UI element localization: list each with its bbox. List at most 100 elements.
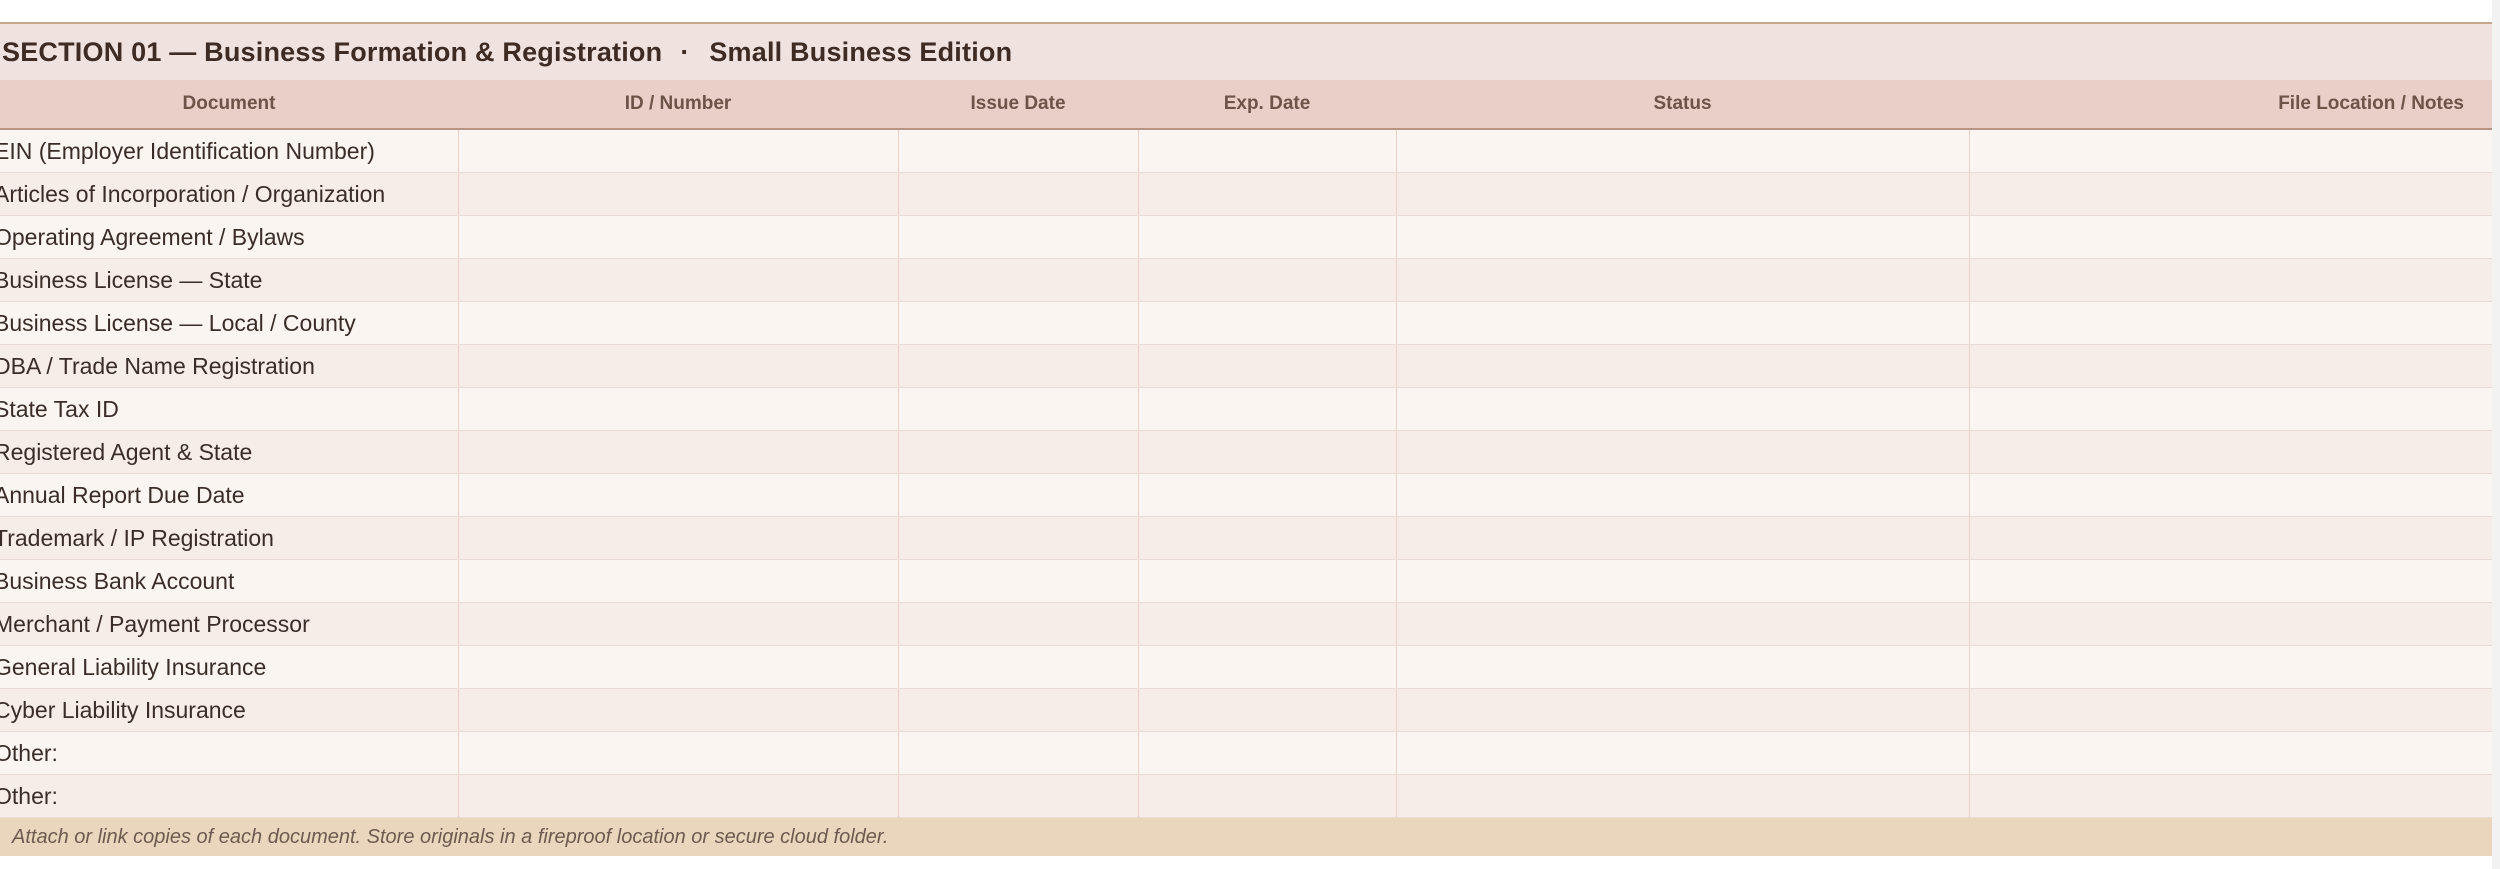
- cell-exp-date[interactable]: [1138, 258, 1397, 302]
- cell-document[interactable]: Other:: [0, 731, 459, 775]
- cell-notes[interactable]: [1969, 387, 2492, 431]
- cell-document[interactable]: Business Bank Account: [0, 559, 459, 603]
- cell-notes[interactable]: [1969, 731, 2492, 775]
- cell-notes[interactable]: [1969, 215, 2492, 259]
- cell-id-number[interactable]: [458, 473, 899, 517]
- cell-issue-date[interactable]: [898, 215, 1139, 259]
- cell-id-number[interactable]: [458, 602, 899, 646]
- cell-notes[interactable]: [1969, 258, 2492, 302]
- cell-notes[interactable]: [1969, 688, 2492, 732]
- cell-status[interactable]: [1396, 387, 1970, 431]
- cell-document[interactable]: Other:: [0, 774, 459, 818]
- cell-issue-date[interactable]: [898, 516, 1139, 560]
- cell-exp-date[interactable]: [1138, 172, 1397, 216]
- cell-id-number[interactable]: [458, 215, 899, 259]
- cell-id-number[interactable]: [458, 645, 899, 689]
- cell-id-number[interactable]: [458, 731, 899, 775]
- cell-issue-date[interactable]: [898, 258, 1139, 302]
- cell-notes[interactable]: [1969, 473, 2492, 517]
- cell-document[interactable]: Business License — Local / County: [0, 301, 459, 345]
- cell-status[interactable]: [1396, 430, 1970, 474]
- cell-status[interactable]: [1396, 258, 1970, 302]
- cell-document[interactable]: Cyber Liability Insurance: [0, 688, 459, 732]
- column-header-issue-date[interactable]: Issue Date: [898, 80, 1138, 130]
- cell-status[interactable]: [1396, 129, 1970, 173]
- column-header-id-number[interactable]: ID / Number: [458, 80, 898, 130]
- cell-status[interactable]: [1396, 559, 1970, 603]
- cell-notes[interactable]: [1969, 301, 2492, 345]
- cell-document[interactable]: State Tax ID: [0, 387, 459, 431]
- cell-document[interactable]: General Liability Insurance: [0, 645, 459, 689]
- cell-exp-date[interactable]: [1138, 602, 1397, 646]
- cell-document[interactable]: Business License — State: [0, 258, 459, 302]
- cell-exp-date[interactable]: [1138, 430, 1397, 474]
- cell-issue-date[interactable]: [898, 774, 1139, 818]
- cell-issue-date[interactable]: [898, 645, 1139, 689]
- cell-id-number[interactable]: [458, 688, 899, 732]
- cell-id-number[interactable]: [458, 344, 899, 388]
- cell-document[interactable]: Merchant / Payment Processor: [0, 602, 459, 646]
- cell-notes[interactable]: [1969, 129, 2492, 173]
- cell-status[interactable]: [1396, 473, 1970, 517]
- cell-exp-date[interactable]: [1138, 215, 1397, 259]
- cell-id-number[interactable]: [458, 301, 899, 345]
- cell-id-number[interactable]: [458, 387, 899, 431]
- cell-issue-date[interactable]: [898, 301, 1139, 345]
- cell-issue-date[interactable]: [898, 430, 1139, 474]
- cell-issue-date[interactable]: [898, 559, 1139, 603]
- cell-document[interactable]: Operating Agreement / Bylaws: [0, 215, 459, 259]
- cell-document[interactable]: Trademark / IP Registration: [0, 516, 459, 560]
- cell-notes[interactable]: [1969, 516, 2492, 560]
- cell-exp-date[interactable]: [1138, 645, 1397, 689]
- cell-document[interactable]: DBA / Trade Name Registration: [0, 344, 459, 388]
- cell-exp-date[interactable]: [1138, 344, 1397, 388]
- cell-exp-date[interactable]: [1138, 559, 1397, 603]
- cell-status[interactable]: [1396, 688, 1970, 732]
- cell-document[interactable]: Articles of Incorporation / Organization: [0, 172, 459, 216]
- cell-issue-date[interactable]: [898, 473, 1139, 517]
- vertical-scrollbar[interactable]: [2492, 0, 2500, 869]
- cell-notes[interactable]: [1969, 430, 2492, 474]
- cell-exp-date[interactable]: [1138, 688, 1397, 732]
- cell-exp-date[interactable]: [1138, 731, 1397, 775]
- cell-status[interactable]: [1396, 774, 1970, 818]
- cell-status[interactable]: [1396, 215, 1970, 259]
- cell-status[interactable]: [1396, 516, 1970, 560]
- cell-notes[interactable]: [1969, 344, 2492, 388]
- column-header-file-location[interactable]: File Location / Notes: [1969, 80, 2492, 130]
- cell-id-number[interactable]: [458, 430, 899, 474]
- cell-notes[interactable]: [1969, 559, 2492, 603]
- cell-issue-date[interactable]: [898, 731, 1139, 775]
- cell-exp-date[interactable]: [1138, 129, 1397, 173]
- column-header-document[interactable]: Document: [0, 80, 458, 130]
- cell-id-number[interactable]: [458, 559, 899, 603]
- cell-issue-date[interactable]: [898, 172, 1139, 216]
- column-header-status[interactable]: Status: [1396, 80, 1969, 130]
- cell-status[interactable]: [1396, 731, 1970, 775]
- cell-notes[interactable]: [1969, 172, 2492, 216]
- cell-id-number[interactable]: [458, 172, 899, 216]
- cell-status[interactable]: [1396, 602, 1970, 646]
- cell-issue-date[interactable]: [898, 387, 1139, 431]
- cell-notes[interactable]: [1969, 645, 2492, 689]
- cell-id-number[interactable]: [458, 516, 899, 560]
- cell-exp-date[interactable]: [1138, 387, 1397, 431]
- column-header-exp-date[interactable]: Exp. Date: [1138, 80, 1396, 130]
- cell-id-number[interactable]: [458, 774, 899, 818]
- cell-exp-date[interactable]: [1138, 516, 1397, 560]
- cell-document[interactable]: EIN (Employer Identification Number): [0, 129, 459, 173]
- cell-issue-date[interactable]: [898, 688, 1139, 732]
- cell-id-number[interactable]: [458, 129, 899, 173]
- cell-document[interactable]: Registered Agent & State: [0, 430, 459, 474]
- cell-exp-date[interactable]: [1138, 774, 1397, 818]
- cell-status[interactable]: [1396, 645, 1970, 689]
- cell-exp-date[interactable]: [1138, 473, 1397, 517]
- cell-exp-date[interactable]: [1138, 301, 1397, 345]
- cell-issue-date[interactable]: [898, 344, 1139, 388]
- cell-status[interactable]: [1396, 344, 1970, 388]
- cell-document[interactable]: Annual Report Due Date: [0, 473, 459, 517]
- cell-notes[interactable]: [1969, 602, 2492, 646]
- cell-notes[interactable]: [1969, 774, 2492, 818]
- cell-status[interactable]: [1396, 301, 1970, 345]
- cell-status[interactable]: [1396, 172, 1970, 216]
